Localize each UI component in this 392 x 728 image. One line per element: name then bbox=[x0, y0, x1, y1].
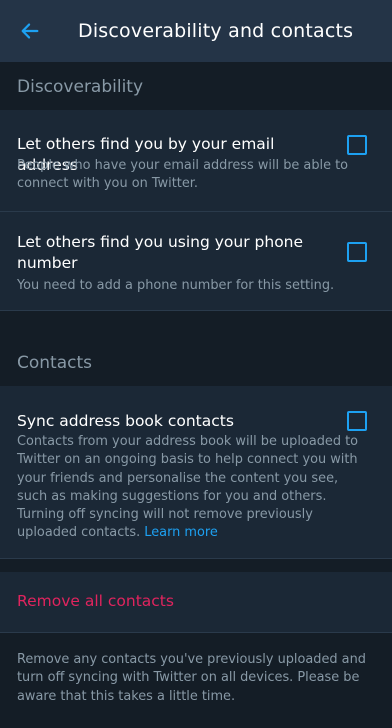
phone-discoverability-row[interactable]: Let others find you using your phone num… bbox=[0, 212, 392, 311]
app-bar: Discoverability and contacts bbox=[0, 0, 392, 62]
section-heading-contacts: Contacts bbox=[17, 353, 92, 373]
sync-contacts-row[interactable]: Sync address book contacts Contacts from… bbox=[0, 386, 392, 559]
sync-contacts-description: Contacts from your address book will be … bbox=[17, 433, 367, 543]
email-discoverability-description: People who have your email address will … bbox=[17, 158, 349, 192]
remove-contacts-row[interactable]: Remove all contacts bbox=[0, 572, 392, 633]
settings-page: Discoverability and contacts Discoverabi… bbox=[0, 0, 392, 728]
phone-discoverability-description: You need to add a phone number for this … bbox=[17, 278, 335, 293]
remove-contacts-description: Remove any contacts you've previously up… bbox=[17, 652, 366, 704]
page-title: Discoverability and contacts bbox=[78, 20, 354, 42]
arrow-left-icon bbox=[21, 23, 39, 39]
remove-all-contacts-button[interactable]: Remove all contacts bbox=[17, 592, 174, 610]
email-discoverability-checkbox[interactable] bbox=[347, 135, 367, 155]
sync-contacts-title: Sync address book contacts bbox=[17, 412, 234, 430]
learn-more-link[interactable]: Learn more bbox=[144, 525, 218, 540]
phone-discoverability-title: Let others find you using your phone num… bbox=[17, 233, 304, 272]
email-discoverability-row[interactable]: Let others find you by your email addres… bbox=[0, 110, 392, 212]
sync-contacts-checkbox[interactable] bbox=[347, 411, 367, 431]
section-heading-discoverability: Discoverability bbox=[17, 77, 144, 97]
phone-discoverability-checkbox[interactable] bbox=[347, 242, 367, 262]
back-button[interactable] bbox=[16, 17, 44, 45]
